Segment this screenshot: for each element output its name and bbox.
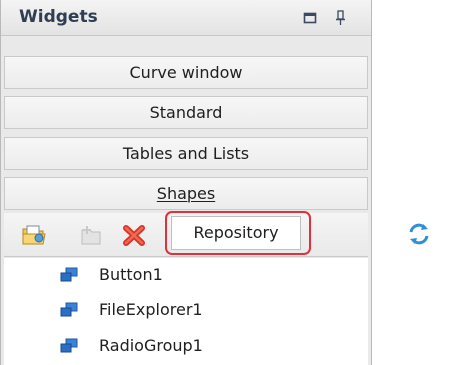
widgets-panel: Widgets Curve window Standard Tables and… bbox=[0, 0, 372, 365]
category-standard[interactable]: Standard bbox=[4, 96, 368, 129]
list-item[interactable]: FileExplorer1 bbox=[4, 293, 368, 327]
list-item-label: FileExplorer1 bbox=[99, 300, 203, 319]
list-item-label: Button1 bbox=[99, 265, 163, 284]
component-icon bbox=[60, 338, 78, 353]
component-icon bbox=[60, 267, 78, 282]
category-label: Shapes bbox=[156, 184, 216, 203]
component-icon bbox=[60, 302, 78, 317]
category-label: Curve window bbox=[129, 63, 243, 82]
open-folder-icon[interactable] bbox=[21, 223, 47, 247]
category-label: Tables and Lists bbox=[122, 144, 250, 163]
list-item[interactable]: RadioGroup1 bbox=[4, 329, 368, 363]
panel-titlebar: Widgets bbox=[1, 0, 371, 36]
category-curve-window[interactable]: Curve window bbox=[4, 56, 368, 89]
repository-list: Button1 FileExplorer1 RadioGroup1 bbox=[4, 258, 368, 365]
highlight-box bbox=[165, 211, 311, 255]
list-item[interactable]: Button1 bbox=[4, 258, 368, 292]
pin-icon[interactable] bbox=[334, 9, 348, 27]
category-label: Standard bbox=[149, 103, 223, 122]
new-item-icon[interactable] bbox=[78, 223, 104, 247]
panel-title: Widgets bbox=[19, 7, 98, 27]
maximize-icon[interactable] bbox=[303, 11, 317, 25]
category-shapes[interactable]: Shapes bbox=[4, 177, 368, 210]
category-tables-and-lists[interactable]: Tables and Lists bbox=[4, 137, 368, 170]
delete-icon[interactable] bbox=[121, 223, 147, 247]
refresh-icon[interactable] bbox=[406, 221, 432, 247]
list-item-label: RadioGroup1 bbox=[99, 336, 203, 355]
